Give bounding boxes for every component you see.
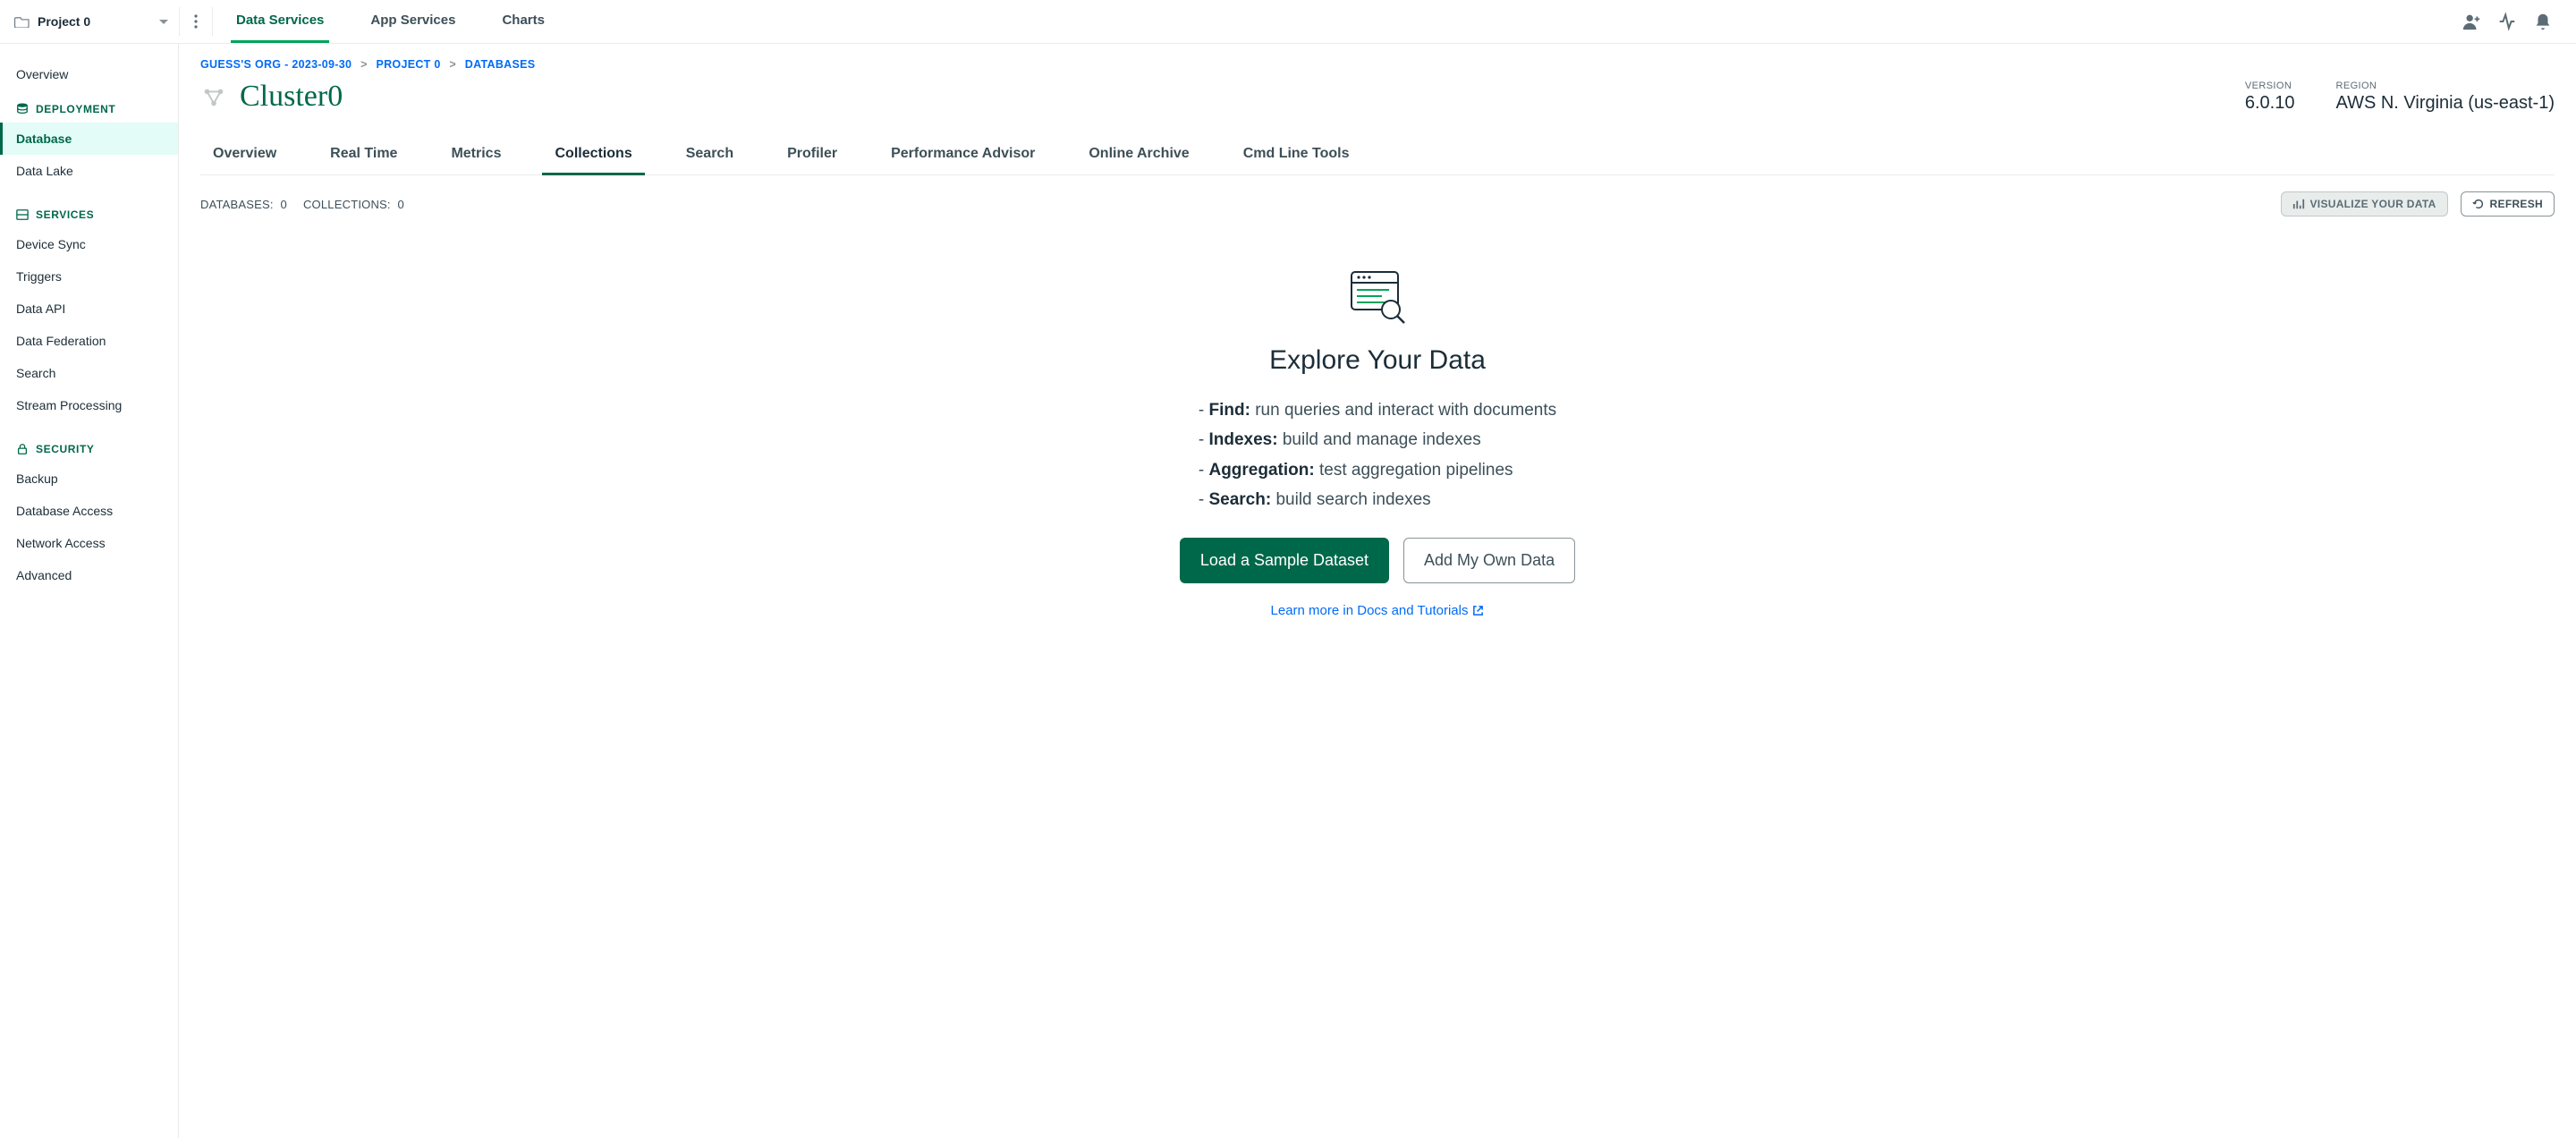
subtab-collections[interactable]: Collections: [542, 137, 644, 175]
tab-charts[interactable]: Charts: [496, 0, 550, 43]
chart-bar-icon: [2292, 198, 2305, 210]
sidebar-item-backup[interactable]: Backup: [0, 463, 178, 495]
breadcrumb-project[interactable]: PROJECT 0: [376, 58, 440, 71]
external-link-icon: [1472, 605, 1484, 616]
sidebar-item-data-lake[interactable]: Data Lake: [0, 155, 178, 187]
project-name: Project 0: [38, 14, 90, 29]
main-content: GUESS'S ORG - 2023-09-30 > PROJECT 0 > D…: [179, 44, 2576, 1138]
sidebar-item-device-sync[interactable]: Device Sync: [0, 228, 178, 260]
cluster-subtabs: Overview Real Time Metrics Collections S…: [200, 137, 2555, 175]
sidebar-item-data-api[interactable]: Data API: [0, 293, 178, 325]
sidebar-header-security: SECURITY: [0, 430, 178, 463]
sidebar-item-advanced[interactable]: Advanced: [0, 559, 178, 591]
tab-data-services[interactable]: Data Services: [231, 0, 329, 43]
subtab-profiler[interactable]: Profiler: [775, 137, 850, 175]
sidebar-item-network-access[interactable]: Network Access: [0, 527, 178, 559]
cluster-region: REGION AWS N. Virginia (us-east-1): [2335, 81, 2555, 114]
subtab-search[interactable]: Search: [674, 137, 746, 175]
bell-icon[interactable]: [2533, 12, 2553, 31]
sidebar-item-triggers[interactable]: Triggers: [0, 260, 178, 293]
lock-icon: [16, 443, 29, 455]
load-sample-dataset-button[interactable]: Load a Sample Dataset: [1180, 538, 1389, 583]
subtab-online-archive[interactable]: Online Archive: [1076, 137, 1201, 175]
sidebar-item-database-access[interactable]: Database Access: [0, 495, 178, 527]
activity-icon[interactable]: [2497, 12, 2517, 31]
cluster-version: VERSION 6.0.10: [2245, 81, 2295, 114]
invite-user-icon[interactable]: [2462, 12, 2481, 31]
sidebar-item-database[interactable]: Database: [0, 123, 178, 155]
stat-databases: DATABASES: 0: [200, 198, 287, 211]
cluster-title: Cluster0: [240, 80, 343, 114]
subtab-real-time[interactable]: Real Time: [318, 137, 410, 175]
server-icon: [16, 208, 29, 221]
sidebar-item-overview[interactable]: Overview: [0, 58, 178, 90]
tab-app-services[interactable]: App Services: [365, 0, 461, 43]
top-nav: Project 0 Data Services App Services Cha…: [0, 0, 2576, 44]
add-own-data-button[interactable]: Add My Own Data: [1403, 538, 1575, 583]
project-selector[interactable]: Project 0: [38, 14, 179, 29]
breadcrumb: GUESS'S ORG - 2023-09-30 > PROJECT 0 > D…: [200, 58, 2555, 71]
sidebar: Overview DEPLOYMENT Database Data Lake S…: [0, 44, 179, 1138]
subtab-performance-advisor[interactable]: Performance Advisor: [878, 137, 1047, 175]
folder-icon: [14, 15, 30, 28]
cluster-icon: [200, 83, 227, 110]
subtab-overview[interactable]: Overview: [200, 137, 289, 175]
sidebar-header-deployment: DEPLOYMENT: [0, 90, 178, 123]
refresh-button[interactable]: REFRESH: [2461, 191, 2555, 217]
sidebar-item-search[interactable]: Search: [0, 357, 178, 389]
kebab-icon: [194, 14, 198, 29]
empty-title: Explore Your Data: [1100, 345, 1655, 376]
feature-list: - Find: run queries and interact with do…: [1199, 395, 1556, 514]
top-nav-tabs: Data Services App Services Charts: [213, 0, 550, 43]
database-stack-icon: [16, 103, 29, 115]
caret-down-icon: [159, 20, 168, 24]
sidebar-item-data-federation[interactable]: Data Federation: [0, 325, 178, 357]
empty-state: Explore Your Data - Find: run queries an…: [1100, 267, 1655, 618]
subtab-cmd-line-tools[interactable]: Cmd Line Tools: [1231, 137, 1362, 175]
more-menu-button[interactable]: [180, 0, 212, 43]
sidebar-header-services: SERVICES: [0, 196, 178, 228]
learn-more-link[interactable]: Learn more in Docs and Tutorials: [1271, 603, 1485, 618]
breadcrumb-org[interactable]: GUESS'S ORG - 2023-09-30: [200, 58, 352, 71]
visualize-data-button[interactable]: VISUALIZE YOUR DATA: [2281, 191, 2448, 217]
subtab-metrics[interactable]: Metrics: [438, 137, 513, 175]
sidebar-item-stream-processing[interactable]: Stream Processing: [0, 389, 178, 421]
breadcrumb-databases[interactable]: DATABASES: [465, 58, 536, 71]
browser-search-icon: [1346, 267, 1409, 329]
refresh-icon: [2472, 198, 2485, 210]
stat-collections: COLLECTIONS: 0: [303, 198, 404, 211]
